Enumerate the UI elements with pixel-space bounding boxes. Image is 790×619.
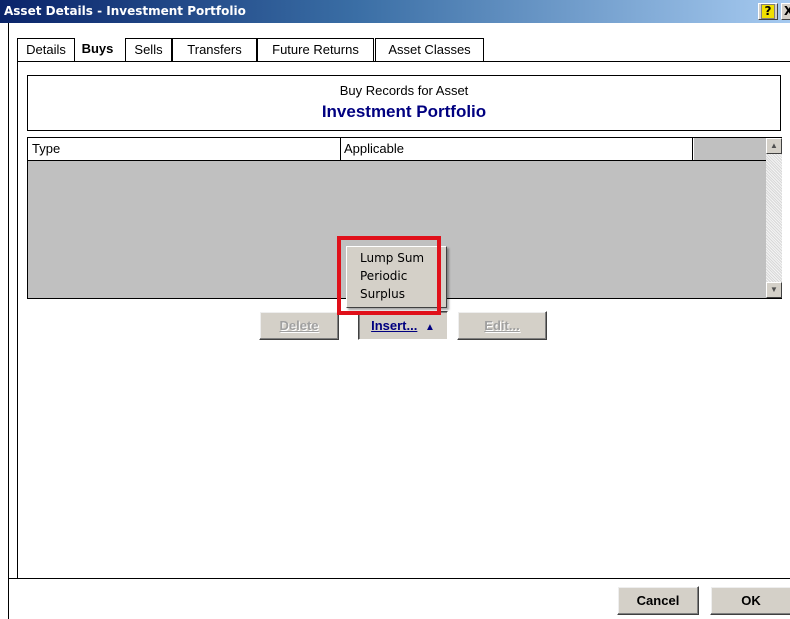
delete-button-label: Delete — [279, 318, 319, 333]
cancel-button[interactable]: Cancel — [617, 586, 699, 615]
highlight-annotation — [337, 236, 441, 315]
column-header-applicable[interactable]: Applicable — [341, 138, 693, 160]
window-frame-bottom — [8, 578, 790, 579]
tab-sells[interactable]: Sells — [125, 38, 172, 62]
scroll-up-icon: ▲ — [770, 141, 778, 150]
edit-button[interactable]: Edit... — [457, 311, 547, 340]
scroll-down-button[interactable]: ▼ — [766, 282, 782, 298]
close-button[interactable]: X — [781, 3, 790, 20]
asset-details-window: Asset Details - Investment Portfolio ? X… — [0, 0, 790, 619]
tab-asset-classes[interactable]: Asset Classes — [375, 38, 484, 62]
column-header-type[interactable]: Type — [28, 138, 341, 160]
asset-header: Buy Records for Asset Investment Portfol… — [27, 75, 781, 131]
help-button[interactable]: ? — [758, 3, 778, 20]
insert-button[interactable]: Insert... ▲ — [358, 311, 448, 340]
scroll-up-button[interactable]: ▲ — [766, 138, 782, 154]
ok-button-label: OK — [741, 593, 761, 608]
tab-details[interactable]: Details — [17, 38, 75, 62]
help-icon: ? — [760, 4, 776, 19]
header-subtitle: Buy Records for Asset — [339, 83, 469, 98]
edit-button-label: Edit... — [484, 318, 520, 333]
window-frame-left — [8, 23, 9, 619]
window-title: Asset Details - Investment Portfolio — [4, 4, 246, 18]
grid-header: Type Applicable — [28, 138, 766, 161]
tab-buys[interactable]: Buys — [75, 38, 120, 63]
scroll-down-icon: ▼ — [770, 285, 778, 294]
cancel-button-label: Cancel — [636, 593, 680, 608]
tab-transfers[interactable]: Transfers — [172, 38, 257, 62]
ok-button[interactable]: OK — [710, 586, 790, 615]
vertical-scrollbar[interactable]: ▲ ▼ — [766, 138, 782, 298]
delete-button[interactable]: Delete — [259, 311, 339, 340]
tab-future-returns[interactable]: Future Returns — [257, 38, 374, 62]
caret-up-icon: ▲ — [424, 322, 435, 333]
column-header-filler — [694, 138, 766, 160]
close-icon: X — [784, 4, 790, 18]
insert-button-label: Insert... — [371, 318, 418, 333]
header-title: Investment Portfolio — [321, 102, 487, 121]
title-bar[interactable]: Asset Details - Investment Portfolio ? X — [0, 0, 790, 23]
